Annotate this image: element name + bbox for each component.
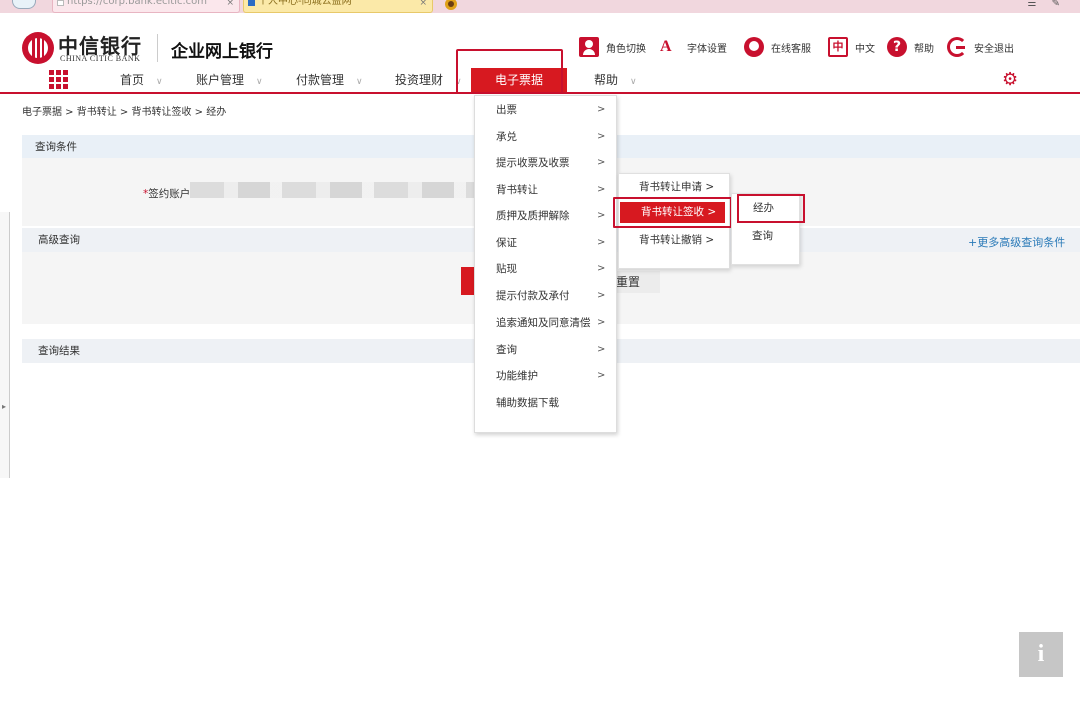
- font-settings-label: 字体设置: [687, 43, 727, 55]
- nav-electronic-bills[interactable]: 电子票据: [471, 68, 568, 92]
- main-nav: 首页 ∨ 账户管理 ∨ 付款管理 ∨ 投资理财 ∨ 电子票据 帮助 ∨ ⚙: [0, 68, 1080, 94]
- edit-icon[interactable]: ✎: [1052, 0, 1060, 9]
- chevron-right-icon: >: [597, 263, 606, 274]
- chevron-down-icon: ∨: [156, 77, 163, 87]
- chevron-right-icon: >: [597, 210, 606, 221]
- chevron-down-icon: ∨: [256, 77, 263, 87]
- browser-toolbar-icons: ☰ ✎: [1015, 0, 1060, 9]
- chevron-right-icon: >: [597, 131, 606, 142]
- customer-service-icon: [744, 37, 764, 57]
- chevron-right-icon: >: [597, 290, 606, 301]
- nav-label: 账户管理: [196, 73, 245, 87]
- submenu-item-revoke[interactable]: 背书转让撤销 >: [639, 232, 714, 247]
- chevron-right-icon: >: [597, 344, 606, 355]
- menu-item-receive[interactable]: 提示收票及收票: [496, 155, 570, 171]
- reset-button[interactable]: 重置: [612, 271, 660, 293]
- language-label: 中文: [855, 43, 875, 55]
- menu-item-accept[interactable]: 承兑: [496, 129, 517, 145]
- left-panel-splitter[interactable]: ▸: [0, 212, 10, 478]
- signed-account-label-text: 签约账户: [148, 188, 191, 200]
- menu-item-recourse[interactable]: 追索通知及同意清偿: [496, 315, 591, 331]
- reset-label: 重置: [616, 275, 641, 289]
- chevron-right-icon: >: [597, 157, 606, 168]
- logout-label: 安全退出: [974, 43, 1014, 55]
- submenu-item-query[interactable]: 查询: [752, 228, 773, 243]
- menu-item-query[interactable]: 查询: [496, 342, 517, 358]
- nav-label: 投资理财: [395, 73, 444, 87]
- chevron-right-icon: >: [597, 370, 606, 381]
- browser-tab-bank[interactable]: https://corp.bank.ecitic.com ×: [52, 0, 240, 13]
- customer-service-label: 在线客服: [771, 43, 811, 55]
- gear-icon[interactable]: ⚙: [1002, 71, 1020, 89]
- submenu-item-handle[interactable]: 经办: [737, 194, 805, 223]
- customer-service-button[interactable]: 在线客服: [744, 36, 811, 58]
- nav-account-management[interactable]: 账户管理 ∨: [196, 68, 263, 92]
- font-settings-button[interactable]: A 字体设置: [660, 36, 727, 58]
- chevron-right-icon: >: [597, 104, 606, 115]
- chevron-down-icon: ∨: [455, 77, 462, 87]
- menu-item-data-download[interactable]: 辅助数据下载: [496, 395, 559, 411]
- electronic-bills-menu: 出票 > 承兑 > 提示收票及收票 > 背书转让 > 质押及质押解除 > 保证 …: [474, 95, 617, 433]
- nav-home[interactable]: 首页 ∨: [120, 68, 163, 92]
- signed-account-label: *签约账户: [143, 186, 190, 201]
- browser-tabstrip: https://corp.bank.ecitic.com × 个人中心-同城公益…: [0, 0, 1080, 13]
- breadcrumb: 电子票据 > 背书转让 > 背书转让签收 > 经办: [22, 107, 227, 118]
- menu-item-endorse-transfer[interactable]: 背书转让: [496, 182, 538, 198]
- logo-divider: [157, 34, 158, 62]
- site-header: 中信银行 CHINA CITIC BANK 企业网上银行 角色切换 A 字体设置…: [0, 13, 1080, 68]
- submenu-item-apply[interactable]: 背书转让申请 >: [639, 179, 714, 194]
- help-icon: ?: [887, 37, 907, 57]
- nav-label: 首页: [120, 73, 145, 87]
- nav-label: 付款管理: [296, 73, 345, 87]
- chevron-right-icon: >: [597, 184, 606, 195]
- role-switch-label: 角色切换: [606, 43, 646, 55]
- submenu-item-sign[interactable]: 背书转让签收 >: [620, 202, 725, 223]
- language-button[interactable]: 中 中文: [828, 36, 875, 58]
- logout-button[interactable]: 安全退出: [947, 36, 1014, 58]
- page-favicon-icon: [248, 0, 255, 6]
- menu-item-issue[interactable]: 出票: [496, 102, 517, 118]
- menu-item-payment-prompt[interactable]: 提示付款及承付: [496, 288, 570, 304]
- browser-tab-title: 个人中心-同城公益网: [258, 0, 352, 7]
- chevron-down-icon: ∨: [356, 77, 363, 87]
- bird-icon: [12, 0, 36, 9]
- menu-item-pledge[interactable]: 质押及质押解除: [496, 208, 570, 224]
- signed-account-select[interactable]: [190, 182, 480, 198]
- app-grid-icon[interactable]: [49, 70, 68, 89]
- menu-item-guarantee[interactable]: 保证: [496, 235, 517, 251]
- sunflower-icon: [445, 0, 457, 10]
- help-label: 帮助: [914, 43, 934, 55]
- logout-icon: [947, 37, 967, 57]
- submenu-item-sign-highlight[interactable]: 背书转让签收 >: [613, 197, 732, 228]
- browser-tab-charity[interactable]: 个人中心-同城公益网 ×: [243, 0, 433, 13]
- page-favicon-icon: [57, 0, 64, 6]
- nav-label: 电子票据: [495, 73, 544, 87]
- language-icon: 中: [828, 37, 848, 57]
- chevron-right-icon: >: [597, 237, 606, 248]
- menu-item-maintenance[interactable]: 功能维护: [496, 368, 538, 384]
- role-switch-icon: [579, 37, 599, 57]
- app-title: 企业网上银行: [171, 42, 273, 62]
- info-button[interactable]: i: [1019, 632, 1063, 677]
- citic-logo-icon: [22, 32, 54, 64]
- menu-item-discount[interactable]: 贴现: [496, 261, 517, 277]
- close-icon[interactable]: ×: [419, 0, 427, 8]
- font-settings-icon: A: [660, 38, 672, 55]
- nav-payment-management[interactable]: 付款管理 ∨: [296, 68, 363, 92]
- nav-label: 帮助: [594, 73, 619, 87]
- expand-arrow-icon: ▸: [2, 402, 7, 411]
- nav-help[interactable]: 帮助 ∨: [594, 68, 637, 92]
- nav-investment[interactable]: 投资理财 ∨: [395, 68, 462, 92]
- role-switch-button[interactable]: 角色切换: [579, 36, 646, 58]
- browser-tab-title: https://corp.bank.ecitic.com: [67, 0, 208, 7]
- brand-name-en: CHINA CITIC BANK: [60, 54, 141, 63]
- list-icon[interactable]: ☰: [1027, 0, 1036, 9]
- help-button[interactable]: ? 帮助: [887, 36, 934, 58]
- chevron-right-icon: >: [597, 317, 606, 328]
- close-icon[interactable]: ×: [226, 0, 234, 8]
- more-conditions-link[interactable]: +更多高级查询条件: [968, 234, 1065, 250]
- chevron-down-icon: ∨: [630, 77, 637, 87]
